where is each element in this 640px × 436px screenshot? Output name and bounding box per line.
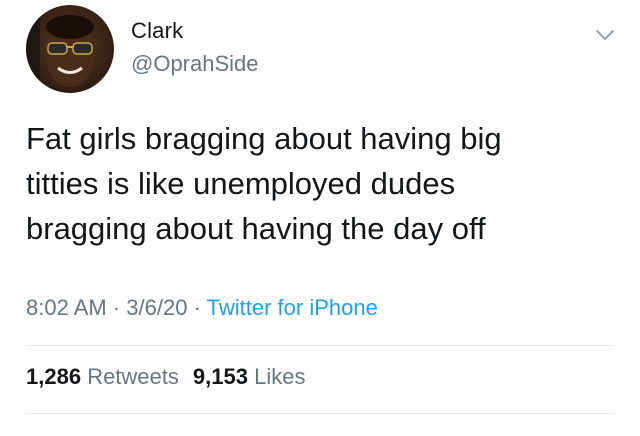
divider (26, 345, 614, 346)
tweet-metadata: 8:02 AM · 3/6/20 · Twitter for iPhone (26, 295, 378, 321)
chevron-down-icon[interactable] (594, 24, 616, 46)
divider (26, 413, 614, 414)
user-handle[interactable]: @OprahSide (131, 51, 259, 77)
retweets-count: 1,286 (26, 364, 82, 389)
tweet-text-line: titties is like unemployed dudes (26, 166, 456, 201)
retweets-label: Retweets (87, 364, 179, 389)
tweet-time[interactable]: 8:02 AM (26, 295, 107, 320)
tweet-source-link[interactable]: Twitter for iPhone (207, 295, 378, 320)
display-name[interactable]: Clark (131, 18, 183, 44)
likes-count: 9,153 (192, 364, 248, 389)
tweet-text-line: bragging about having the day off (26, 211, 486, 246)
avatar[interactable] (26, 5, 114, 93)
tweet-date[interactable]: 3/6/20 (126, 295, 187, 320)
tweet-text-line: Fat girls bragging about having big (26, 121, 502, 156)
retweets-stat[interactable]: 1,286 Retweets (26, 364, 179, 389)
likes-stat[interactable]: 9,153 Likes (193, 364, 306, 389)
meta-separator: · (112, 295, 121, 320)
tweet-text: Fat girls bragging about having big titt… (26, 116, 626, 251)
meta-separator: · (193, 295, 201, 320)
likes-label: Likes (254, 364, 306, 389)
tweet-card: Clark @OprahSide Fat girls bragging abou… (0, 0, 640, 436)
tweet-stats: 1,286 Retweets 9,153 Likes (26, 364, 305, 390)
